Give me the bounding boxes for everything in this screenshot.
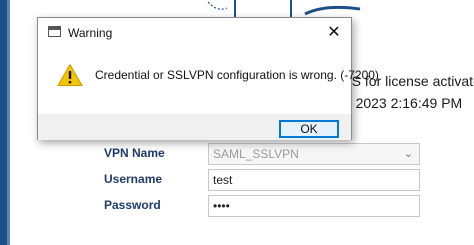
warning-icon [57,64,83,86]
chevron-down-icon: ⌄ [403,148,413,160]
vpn-name-label: VPN Name [104,146,165,160]
dialog-title: Warning [68,26,113,40]
close-button[interactable]: ✕ [317,18,351,48]
timestamp-text: 5, 2023 2:16:49 PM [340,95,463,111]
dialog-content: Credential or SSLVPN configuration is wr… [38,48,379,114]
vpn-name-value: SAML_SSLVPN [213,147,299,161]
window-icon [48,26,61,37]
ok-button[interactable]: OK [279,120,339,138]
password-label: Password [104,198,161,212]
dialog-button-bar: OK [38,114,351,140]
warning-dialog: Warning ✕ Credential or SSLVPN configura… [37,17,379,140]
vpn-name-select[interactable]: SAML_SSLVPN ⌄ [208,143,420,165]
close-icon: ✕ [327,24,341,41]
password-field[interactable]: •••• [208,195,420,217]
dialog-titlebar[interactable]: Warning ✕ [38,18,351,48]
dialog-message: Credential or SSLVPN configuration is wr… [95,68,379,82]
window-left-edge [0,0,10,245]
username-label: Username [104,172,163,186]
username-field[interactable]: test [208,169,420,191]
